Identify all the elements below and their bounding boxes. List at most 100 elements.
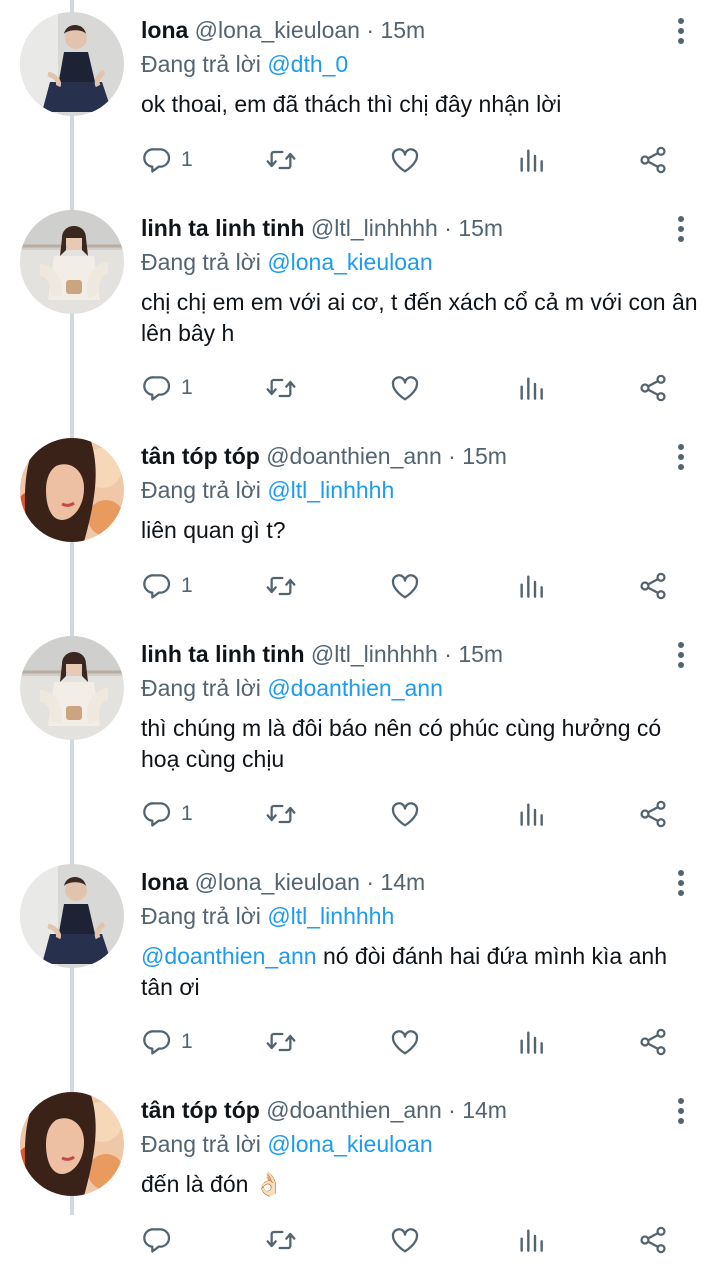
reply-button[interactable]: 1 xyxy=(141,140,193,180)
retweet-button[interactable] xyxy=(265,794,297,834)
avatar[interactable] xyxy=(20,864,124,968)
replying-label: Đang trả lời xyxy=(141,249,261,275)
like-button[interactable] xyxy=(389,1220,421,1260)
share-icon xyxy=(637,1026,669,1058)
user-handle[interactable]: @doanthien_ann xyxy=(266,443,442,469)
reply-mention[interactable]: @lona_kieuloan xyxy=(267,1131,432,1157)
display-name[interactable]: tân tóp tóp xyxy=(141,443,260,469)
reply-mention[interactable]: @dth_0 xyxy=(267,51,348,77)
like-button[interactable] xyxy=(389,566,421,606)
share-button[interactable] xyxy=(637,1220,669,1260)
avatar[interactable] xyxy=(20,636,124,740)
display-name[interactable]: tân tóp tóp xyxy=(141,1097,260,1123)
share-icon xyxy=(637,1224,669,1256)
like-icon xyxy=(389,798,421,830)
reply-button[interactable] xyxy=(141,1220,181,1260)
reply-button[interactable]: 1 xyxy=(141,794,193,834)
more-icon[interactable] xyxy=(660,1096,700,1126)
timestamp[interactable]: 14m xyxy=(380,869,425,895)
retweet-button[interactable] xyxy=(265,1220,297,1260)
timestamp[interactable]: 15m xyxy=(458,641,503,667)
retweet-icon xyxy=(265,144,297,176)
reply-button[interactable]: 1 xyxy=(141,1022,193,1062)
share-button[interactable] xyxy=(637,566,669,606)
stats-button[interactable] xyxy=(515,1220,547,1260)
text-mention[interactable]: @doanthien_ann xyxy=(141,943,317,969)
share-icon xyxy=(637,144,669,176)
avatar[interactable] xyxy=(20,1092,124,1196)
like-icon xyxy=(389,144,421,176)
like-button[interactable] xyxy=(389,1022,421,1062)
stats-button[interactable] xyxy=(515,140,547,180)
avatar[interactable] xyxy=(20,438,124,542)
avatar[interactable] xyxy=(20,210,124,314)
share-icon xyxy=(637,570,669,602)
separator-dot: · xyxy=(444,215,452,241)
more-icon[interactable] xyxy=(660,16,700,46)
user-handle[interactable]: @lona_kieuloan xyxy=(195,17,360,43)
separator-dot: · xyxy=(366,869,375,895)
action-bar: 1 xyxy=(141,368,681,408)
like-button[interactable] xyxy=(389,794,421,834)
retweet-button[interactable] xyxy=(265,368,297,408)
retweet-button[interactable] xyxy=(265,1022,297,1062)
like-icon xyxy=(389,1224,421,1256)
stats-button[interactable] xyxy=(515,566,547,606)
stats-button[interactable] xyxy=(515,368,547,408)
separator-dot: · xyxy=(448,443,456,469)
share-button[interactable] xyxy=(637,368,669,408)
reply-count: 1 xyxy=(181,148,193,171)
more-icon[interactable] xyxy=(660,442,700,472)
tweet-text: liên quan gì t? xyxy=(141,517,286,543)
retweet-button[interactable] xyxy=(265,140,297,180)
action-bar: 1 xyxy=(141,140,681,180)
tweet-text: thì chúng m là đôi báo nên có phúc cùng … xyxy=(141,715,662,772)
share-icon xyxy=(637,798,669,830)
more-icon[interactable] xyxy=(660,640,700,670)
share-button[interactable] xyxy=(637,794,669,834)
stats-icon xyxy=(515,372,547,404)
action-bar: 1 xyxy=(141,794,681,834)
display-name[interactable]: linh ta linh tinh xyxy=(141,215,305,241)
thread-line xyxy=(70,0,74,1215)
retweet-button[interactable] xyxy=(265,566,297,606)
reply-mention[interactable]: @ltl_linhhhh xyxy=(267,477,394,503)
display-name[interactable]: linh ta linh tinh xyxy=(141,641,305,667)
more-icon[interactable] xyxy=(660,868,700,898)
more-icon[interactable] xyxy=(660,214,700,244)
timestamp[interactable]: 15m xyxy=(462,443,507,469)
stats-icon xyxy=(515,1224,547,1256)
like-button[interactable] xyxy=(389,140,421,180)
retweet-icon xyxy=(265,570,297,602)
stats-button[interactable] xyxy=(515,794,547,834)
reply-icon xyxy=(141,1224,173,1256)
reply-icon xyxy=(141,372,173,404)
timestamp[interactable]: 15m xyxy=(458,215,503,241)
reply-button[interactable]: 1 xyxy=(141,566,193,606)
stats-button[interactable] xyxy=(515,1022,547,1062)
user-handle[interactable]: @doanthien_ann xyxy=(266,1097,442,1123)
user-handle[interactable]: @ltl_linhhhh xyxy=(311,641,438,667)
timestamp[interactable]: 15m xyxy=(380,17,425,43)
reply-mention[interactable]: @doanthien_ann xyxy=(267,675,443,701)
reply-icon xyxy=(141,570,173,602)
timestamp[interactable]: 14m xyxy=(462,1097,507,1123)
retweet-icon xyxy=(265,1026,297,1058)
like-button[interactable] xyxy=(389,368,421,408)
reply-icon xyxy=(141,798,173,830)
display-name[interactable]: lona xyxy=(141,869,188,895)
avatar[interactable] xyxy=(20,12,124,116)
display-name[interactable]: lona xyxy=(141,17,188,43)
share-button[interactable] xyxy=(637,140,669,180)
tweet-text: ok thoai, em đã thách thì chị đây nhận l… xyxy=(141,91,562,117)
reply-mention[interactable]: @ltl_linhhhh xyxy=(267,903,394,929)
reply-mention[interactable]: @lona_kieuloan xyxy=(267,249,432,275)
user-handle[interactable]: @lona_kieuloan xyxy=(195,869,360,895)
user-handle[interactable]: @ltl_linhhhh xyxy=(311,215,438,241)
like-icon xyxy=(389,372,421,404)
reply-button[interactable]: 1 xyxy=(141,368,193,408)
share-button[interactable] xyxy=(637,1022,669,1062)
replying-label: Đang trả lời xyxy=(141,477,261,503)
tweet-text: @doanthien_ann nó đòi đánh hai đứa mình … xyxy=(141,941,700,1003)
replying-to: Đang trả lời @doanthien_ann xyxy=(141,672,700,704)
